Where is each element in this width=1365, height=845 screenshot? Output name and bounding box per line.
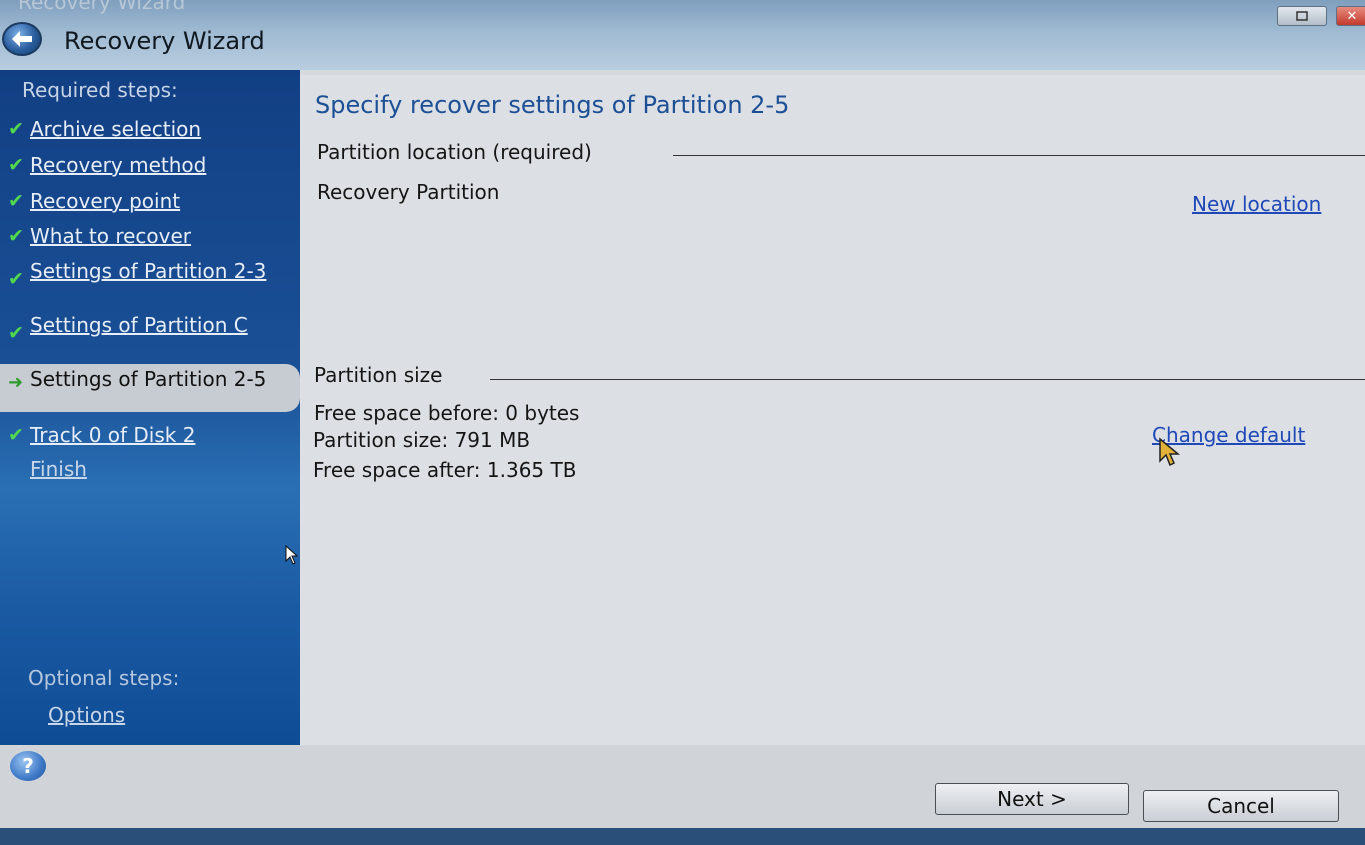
cancel-button[interactable]: Cancel <box>1143 790 1339 822</box>
free-space-before: Free space before: 0 bytes <box>314 401 580 425</box>
close-icon: ✕ <box>1346 8 1358 24</box>
step-what-to-recover[interactable]: ✔ What to recover <box>8 225 280 247</box>
check-icon: ✔ <box>8 190 24 212</box>
close-button[interactable]: ✕ <box>1336 6 1365 26</box>
check-icon: ✔ <box>8 154 24 176</box>
step-label[interactable]: Track 0 of Disk 2 <box>30 424 280 446</box>
partition-size-value: Partition size: 791 MB <box>313 428 531 452</box>
partition-size-label: Partition size <box>314 363 443 387</box>
step-label[interactable]: Recovery point <box>30 190 280 212</box>
check-icon: ✔ <box>8 424 24 446</box>
next-button[interactable]: Next > <box>935 783 1129 815</box>
optional-steps-heading: Optional steps: <box>28 666 180 690</box>
required-steps-heading: Required steps: <box>22 78 178 102</box>
size-divider <box>490 379 1365 380</box>
step-label[interactable]: Settings of Partition C <box>30 314 275 336</box>
step-recovery-point[interactable]: ✔ Recovery point <box>8 190 280 212</box>
restore-icon <box>1296 11 1308 21</box>
step-recovery-method[interactable]: ✔ Recovery method <box>8 154 280 176</box>
step-archive-selection[interactable]: ✔ Archive selection <box>8 118 280 140</box>
footer-bar: ? Next > Cancel <box>0 745 1365 828</box>
help-icon[interactable]: ? <box>10 751 46 781</box>
window-title: Recovery Wizard <box>64 27 265 55</box>
step-label[interactable]: Archive selection <box>30 118 280 140</box>
page-title: Specify recover settings of Partition 2-… <box>315 91 790 119</box>
step-finish[interactable]: Finish <box>8 458 280 480</box>
current-step-arrow-icon: ➜ <box>8 372 24 393</box>
step-label[interactable]: Finish <box>30 458 280 480</box>
recovery-wizard-window: Recovery Wizard Recovery Wizard ✕ Requir… <box>0 0 1365 828</box>
step-track-0-disk-2[interactable]: ✔ Track 0 of Disk 2 <box>8 424 280 446</box>
free-space-after: Free space after: 1.365 TB <box>313 458 577 482</box>
step-label[interactable]: Recovery method <box>30 154 280 176</box>
steps-sidebar: Required steps: ✔ Archive selection ✔ Re… <box>0 70 300 745</box>
step-label[interactable]: What to recover <box>30 225 280 247</box>
new-location-link[interactable]: New location <box>1192 192 1321 216</box>
back-arrow-icon <box>12 31 32 47</box>
step-label[interactable]: Settings of Partition 2-3 <box>30 260 275 282</box>
location-divider <box>673 155 1365 156</box>
title-bar: Recovery Wizard Recovery Wizard ✕ <box>0 0 1365 70</box>
restore-button[interactable] <box>1277 6 1327 26</box>
back-button[interactable] <box>2 22 42 56</box>
check-icon: ✔ <box>8 268 24 290</box>
mouse-cursor-icon <box>1159 437 1181 467</box>
window-caption: Recovery Wizard <box>18 0 186 14</box>
step-settings-partition-c[interactable]: ✔ Settings of Partition C <box>8 314 275 344</box>
check-icon: ✔ <box>8 118 24 140</box>
step-options[interactable]: Options <box>48 704 298 726</box>
step-settings-partition-2-3[interactable]: ✔ Settings of Partition 2-3 <box>8 260 275 290</box>
check-icon: ✔ <box>8 322 24 344</box>
step-label: Settings of Partition 2-5 <box>30 367 267 391</box>
partition-location-value: Recovery Partition <box>317 180 500 204</box>
main-panel: Specify recover settings of Partition 2-… <box>300 75 1365 765</box>
mouse-pointer-icon <box>285 544 299 565</box>
step-label[interactable]: Options <box>48 704 298 726</box>
check-icon: ✔ <box>8 225 24 247</box>
step-settings-partition-2-5[interactable]: ➜ Settings of Partition 2-5 <box>0 364 300 412</box>
partition-location-label: Partition location (required) <box>317 140 592 164</box>
